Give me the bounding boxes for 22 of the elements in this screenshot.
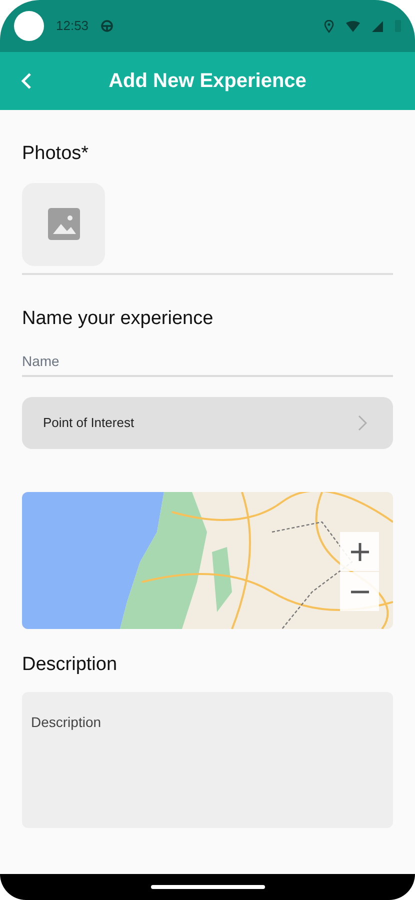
screen-title: Add New Experience — [108, 69, 308, 94]
location-icon — [324, 20, 334, 32]
description-input-field[interactable]: Description — [22, 692, 393, 828]
section-label: Name your experience — [22, 306, 214, 330]
status-time: 12:53 — [56, 17, 89, 36]
image-icon — [48, 208, 80, 240]
minus-icon — [350, 590, 368, 594]
zoom-out-button[interactable] — [340, 572, 379, 611]
chevron-left-icon — [20, 72, 32, 90]
section-label: Photos* — [22, 142, 90, 166]
section-label: Description — [22, 653, 118, 677]
add-photo-button[interactable] — [22, 182, 105, 266]
steering-wheel-icon — [100, 20, 113, 32]
signal-icon — [372, 20, 383, 32]
chevron-right-icon — [358, 415, 367, 431]
home-handle[interactable] — [150, 885, 264, 889]
camera-cutout-icon — [14, 11, 44, 41]
wifi-icon — [346, 20, 360, 32]
point-of-interest-button[interactable]: Point of Interest — [22, 397, 393, 449]
plus-icon — [350, 542, 368, 560]
zoom-in-button[interactable] — [340, 532, 379, 571]
name-input-field[interactable]: Name — [22, 347, 393, 377]
